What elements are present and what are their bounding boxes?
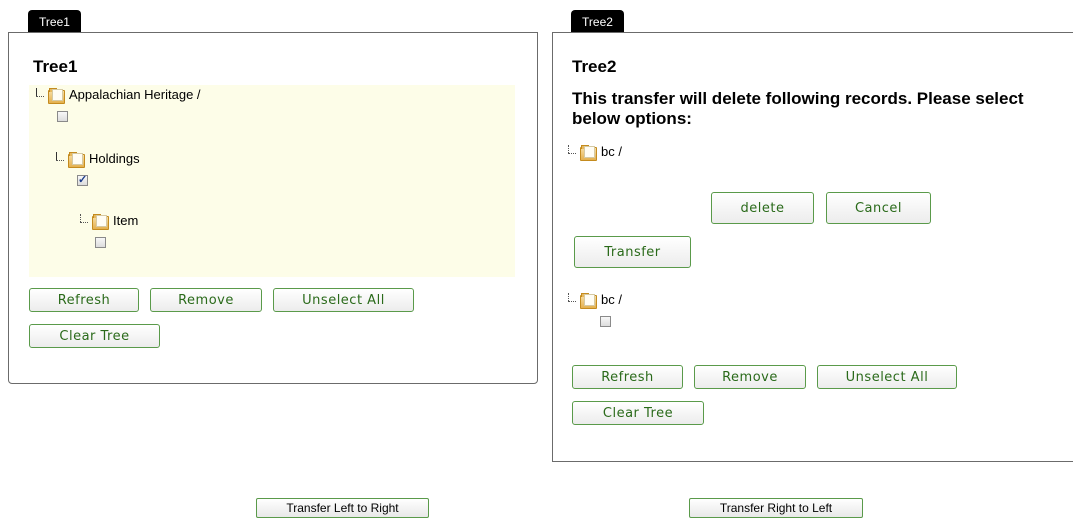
node-label: Holdings <box>89 151 140 166</box>
tree-node-appalachian-heritage[interactable]: Appalachian Heritage / <box>31 87 201 104</box>
folder-icon <box>48 87 65 104</box>
folder-icon <box>580 292 597 309</box>
tree-node-item[interactable]: Item <box>75 213 139 230</box>
tree2-clear-tree-button[interactable]: Clear Tree <box>572 401 704 425</box>
delete-button[interactable]: delete <box>711 192 814 224</box>
tree2-title: Tree2 <box>572 57 617 76</box>
tree1-area: Appalachian Heritage / Holdings Item <box>29 85 515 277</box>
node-checkbox-bc[interactable] <box>600 316 611 327</box>
tab-tree2[interactable]: Tree2 <box>571 10 624 32</box>
expand-icon[interactable] <box>31 87 45 102</box>
cancel-button[interactable]: Cancel <box>826 192 931 224</box>
node-label: Item <box>113 213 139 228</box>
tree1-remove-button[interactable]: Remove <box>150 288 262 312</box>
delete-tree-node-bc[interactable]: bc / <box>563 144 622 161</box>
transfer-left-to-right-button[interactable]: Transfer Left to Right <box>256 498 429 518</box>
node-connector-icon <box>563 144 577 159</box>
node-connector-icon <box>563 292 577 307</box>
delete-confirmation-message: This transfer will delete following reco… <box>572 89 1024 128</box>
tree2-unselect-all-button[interactable]: Unselect All <box>817 365 957 389</box>
tab-tree1[interactable]: Tree1 <box>28 10 81 32</box>
node-label: bc / <box>601 292 622 307</box>
node-label: Appalachian Heritage / <box>69 87 201 102</box>
tree-node-bc[interactable]: bc / <box>563 292 622 309</box>
tree1-panel: Tree1 Appalachian Heritage / Holdings It… <box>8 32 538 384</box>
node-label: bc / <box>601 144 622 159</box>
tree1-refresh-button[interactable]: Refresh <box>29 288 139 312</box>
tree2-refresh-button[interactable]: Refresh <box>572 365 683 389</box>
folder-icon <box>68 151 85 168</box>
leaf-connector-icon <box>75 213 89 228</box>
transfer-button[interactable]: Transfer <box>574 236 691 268</box>
node-checkbox-appalachian-heritage[interactable] <box>57 111 68 122</box>
tree1-clear-tree-button[interactable]: Clear Tree <box>29 324 160 348</box>
tree2-panel: Tree2 This transfer will delete followin… <box>552 32 1073 462</box>
tree-node-holdings[interactable]: Holdings <box>51 151 140 168</box>
tree1-unselect-all-button[interactable]: Unselect All <box>273 288 414 312</box>
tree1-title: Tree1 <box>33 57 78 76</box>
transfer-right-to-left-button[interactable]: Transfer Right to Left <box>689 498 863 518</box>
node-checkbox-item[interactable] <box>95 237 106 248</box>
folder-icon <box>92 213 109 230</box>
expand-icon[interactable] <box>51 151 65 166</box>
tree2-remove-button[interactable]: Remove <box>694 365 806 389</box>
node-checkbox-holdings[interactable] <box>77 173 88 186</box>
folder-icon <box>580 144 597 161</box>
